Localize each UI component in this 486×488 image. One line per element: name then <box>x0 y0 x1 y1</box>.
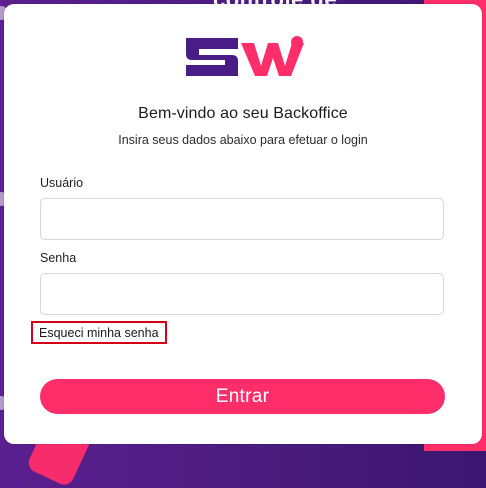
forgot-password-highlight: Esqueci minha senha <box>31 321 167 344</box>
logo-s-letter <box>186 38 238 76</box>
login-title: Bem-vindo ao seu Backoffice <box>138 105 348 122</box>
forgot-password-link[interactable]: Esqueci minha senha <box>39 326 159 340</box>
password-label: Senha <box>40 251 77 265</box>
login-subtitle: Insira seus dados abaixo para efetuar o … <box>118 133 368 147</box>
logo-dot <box>291 36 303 48</box>
logo-w-letter <box>241 43 304 76</box>
password-input[interactable] <box>40 273 444 315</box>
username-label: Usuário <box>40 176 84 190</box>
username-input[interactable] <box>40 198 444 240</box>
login-button[interactable]: Entrar <box>40 379 445 414</box>
login-card: Bem-vindo ao seu Backoffice Insira seus … <box>4 4 482 444</box>
sw-logo <box>186 36 304 76</box>
